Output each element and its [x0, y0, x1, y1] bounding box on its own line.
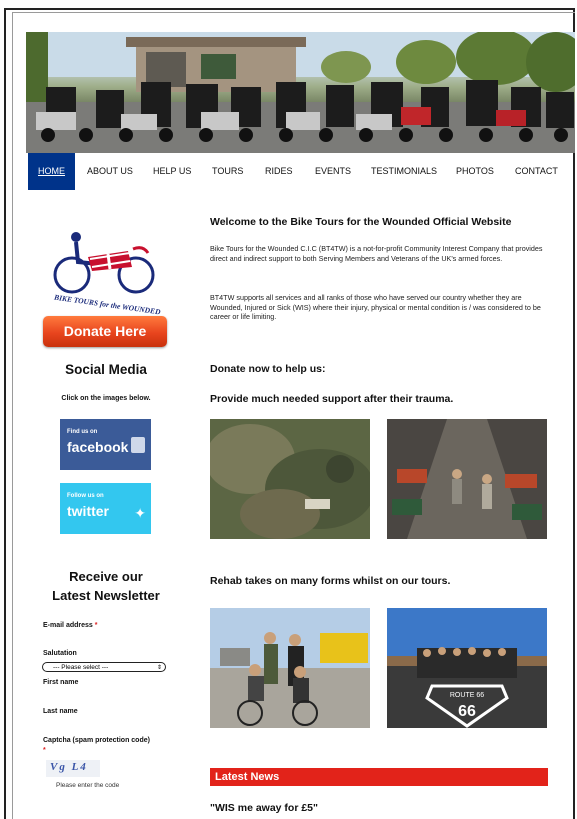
header-banner-photo — [26, 32, 575, 153]
social-media-subtext: Click on the images below. — [61, 395, 151, 402]
chevron-up-down-icon: ⇕ — [156, 665, 162, 671]
salutation-selected-value: --- Please select --- — [53, 664, 109, 671]
support-heading: Provide much needed support after their … — [210, 393, 454, 405]
nav-item-help-us[interactable]: HELP US — [153, 153, 191, 190]
svg-text:66: 66 — [458, 703, 476, 720]
latest-news-bar: Latest News — [210, 768, 548, 786]
wheelchair-group-photo[interactable] — [210, 608, 370, 728]
twitter-label: twitter — [67, 503, 109, 519]
first-name-label: First name — [43, 679, 79, 686]
newsletter-heading-line2: Latest Newsletter — [52, 588, 160, 603]
svg-text:BIKE TOURS for the WOUNDED: BIKE TOURS for the WOUNDED — [53, 292, 162, 315]
salutation-label: Salutation — [43, 650, 77, 657]
newsletter-heading-line1: Receive our — [69, 569, 143, 584]
nav-item-contact[interactable]: CONTACT — [515, 153, 558, 190]
news-item-title[interactable]: "WIS me away for £5" — [210, 802, 318, 814]
rehab-heading: Rehab takes on many forms whilst on our … — [210, 575, 451, 587]
soldiers-photo[interactable] — [210, 419, 370, 539]
nav-item-events[interactable]: EVENTS — [315, 153, 351, 190]
facebook-small-label: Find us on — [67, 429, 98, 435]
email-label: E-mail address * — [43, 622, 98, 629]
nav-item-home[interactable]: HOME — [28, 153, 75, 190]
salutation-select[interactable]: --- Please select --- ⇕ — [42, 662, 166, 672]
last-name-label: Last name — [43, 708, 78, 715]
aircraft-medical-photo[interactable] — [387, 419, 547, 539]
svg-text:ROUTE 66: ROUTE 66 — [450, 692, 484, 699]
captcha-text: Vg L4 — [50, 761, 88, 773]
welcome-title: Welcome to the Bike Tours for the Wounde… — [210, 216, 512, 228]
captcha-label: Captcha (spam protection code) * — [43, 737, 150, 754]
intro-paragraph-1: Bike Tours for the Wounded C.I.C (BT4TW)… — [210, 244, 543, 263]
facebook-label: facebook — [67, 439, 129, 455]
donate-button[interactable]: Donate Here — [43, 316, 167, 347]
nav-item-photos[interactable]: PHOTOS — [456, 153, 494, 190]
bt4tw-logo[interactable]: BIKE TOURS for the WOUNDED — [48, 227, 166, 315]
intro-paragraph-2: BT4TW supports all services and all rank… — [210, 293, 541, 321]
facebook-button[interactable]: Find us on facebook — [60, 419, 151, 470]
nav-item-tours[interactable]: TOURS — [212, 153, 243, 190]
nav-item-rides[interactable]: RIDES — [265, 153, 293, 190]
nav-item-about-us[interactable]: ABOUT US — [87, 153, 133, 190]
donate-heading: Donate now to help us: — [210, 363, 326, 375]
nav-item-testimonials[interactable]: TESTIMONIALS — [371, 153, 437, 190]
main-nav: HOME ABOUT US HELP US TOURS RIDES EVENTS… — [26, 153, 575, 190]
thumbs-up-icon — [131, 437, 145, 453]
twitter-button[interactable]: Follow us on twitter ✦ — [60, 483, 151, 534]
twitter-small-label: Follow us on — [67, 493, 104, 499]
twitter-bird-icon: ✦ — [134, 505, 146, 521]
route-66-group-photo[interactable]: 66 ROUTE 66 — [387, 608, 547, 728]
captcha-image: Vg L4 — [46, 760, 100, 777]
social-media-heading: Social Media — [65, 362, 147, 377]
captcha-hint: Please enter the code — [56, 782, 120, 789]
